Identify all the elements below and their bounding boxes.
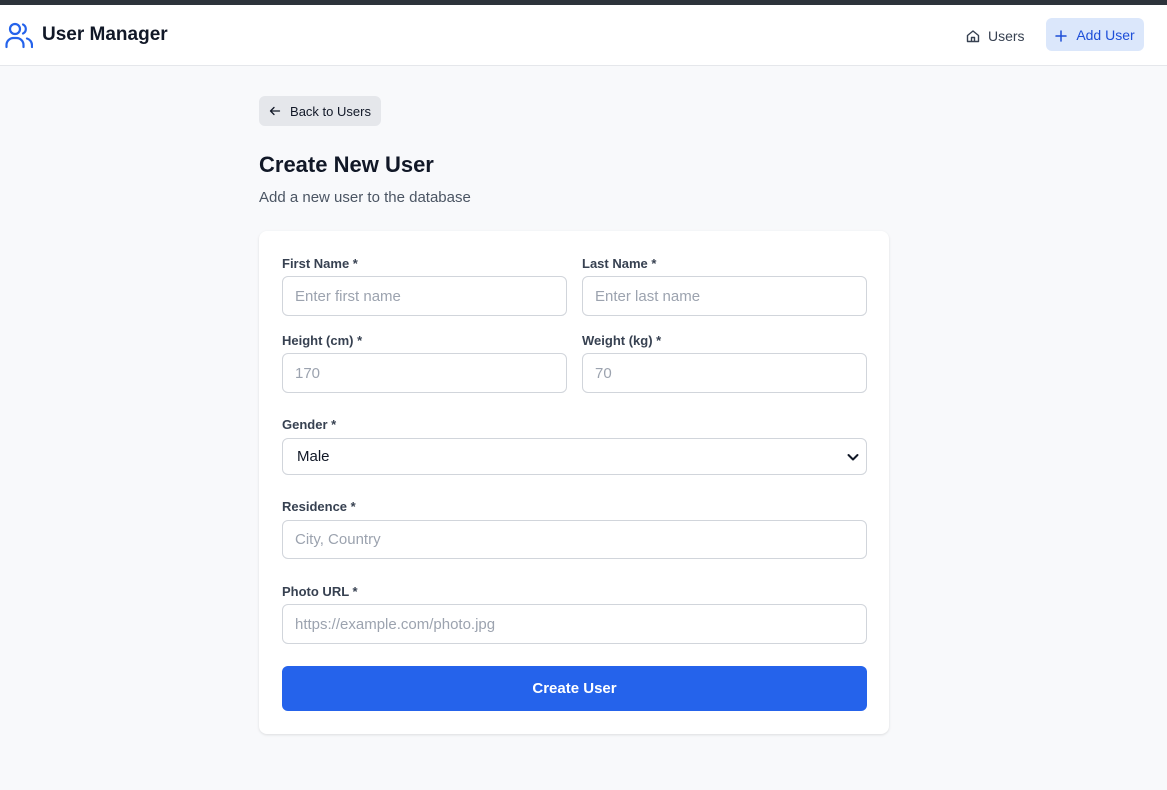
weight-label: Weight (kg) * — [582, 333, 662, 348]
arrow-left-icon — [269, 105, 281, 117]
last-name-label: Last Name * — [582, 256, 657, 271]
weight-input[interactable] — [582, 353, 867, 393]
back-to-users-button[interactable]: Back to Users — [259, 96, 381, 126]
create-user-label: Create User — [532, 680, 617, 697]
create-user-form: First Name * Last Name * Height (cm) * W… — [259, 231, 889, 734]
height-label: Height (cm) * — [282, 333, 363, 348]
residence-input[interactable] — [282, 520, 867, 559]
last-name-input[interactable] — [582, 276, 867, 316]
create-user-button[interactable]: Create User — [282, 666, 867, 711]
photo-url-input[interactable] — [282, 604, 867, 644]
app-title: User Manager — [42, 24, 168, 45]
navbar: User Manager Users Add User — [0, 5, 1167, 66]
nav-add-user-button[interactable]: Add User — [1046, 18, 1144, 51]
nav-users-link[interactable]: Users — [956, 22, 1035, 50]
first-name-input[interactable] — [282, 276, 567, 316]
page-title: Create New User — [259, 152, 434, 177]
gender-selected-value: Male — [297, 448, 330, 465]
nav-add-user-label: Add User — [1076, 26, 1135, 43]
gender-label: Gender * — [282, 417, 337, 432]
residence-label: Residence * — [282, 499, 356, 514]
first-name-label: First Name * — [282, 256, 358, 271]
nav-users-label: Users — [988, 28, 1025, 44]
users-icon — [5, 21, 34, 49]
chevron-down-icon — [846, 450, 860, 464]
back-to-users-label: Back to Users — [290, 103, 371, 119]
photo-url-label: Photo URL * — [282, 584, 358, 599]
home-icon — [966, 29, 980, 43]
gender-select[interactable]: Male — [282, 438, 867, 475]
plus-icon — [1055, 29, 1068, 42]
brand[interactable]: User Manager — [5, 21, 168, 49]
page-subtitle: Add a new user to the database — [259, 189, 471, 206]
height-input[interactable] — [282, 353, 567, 393]
